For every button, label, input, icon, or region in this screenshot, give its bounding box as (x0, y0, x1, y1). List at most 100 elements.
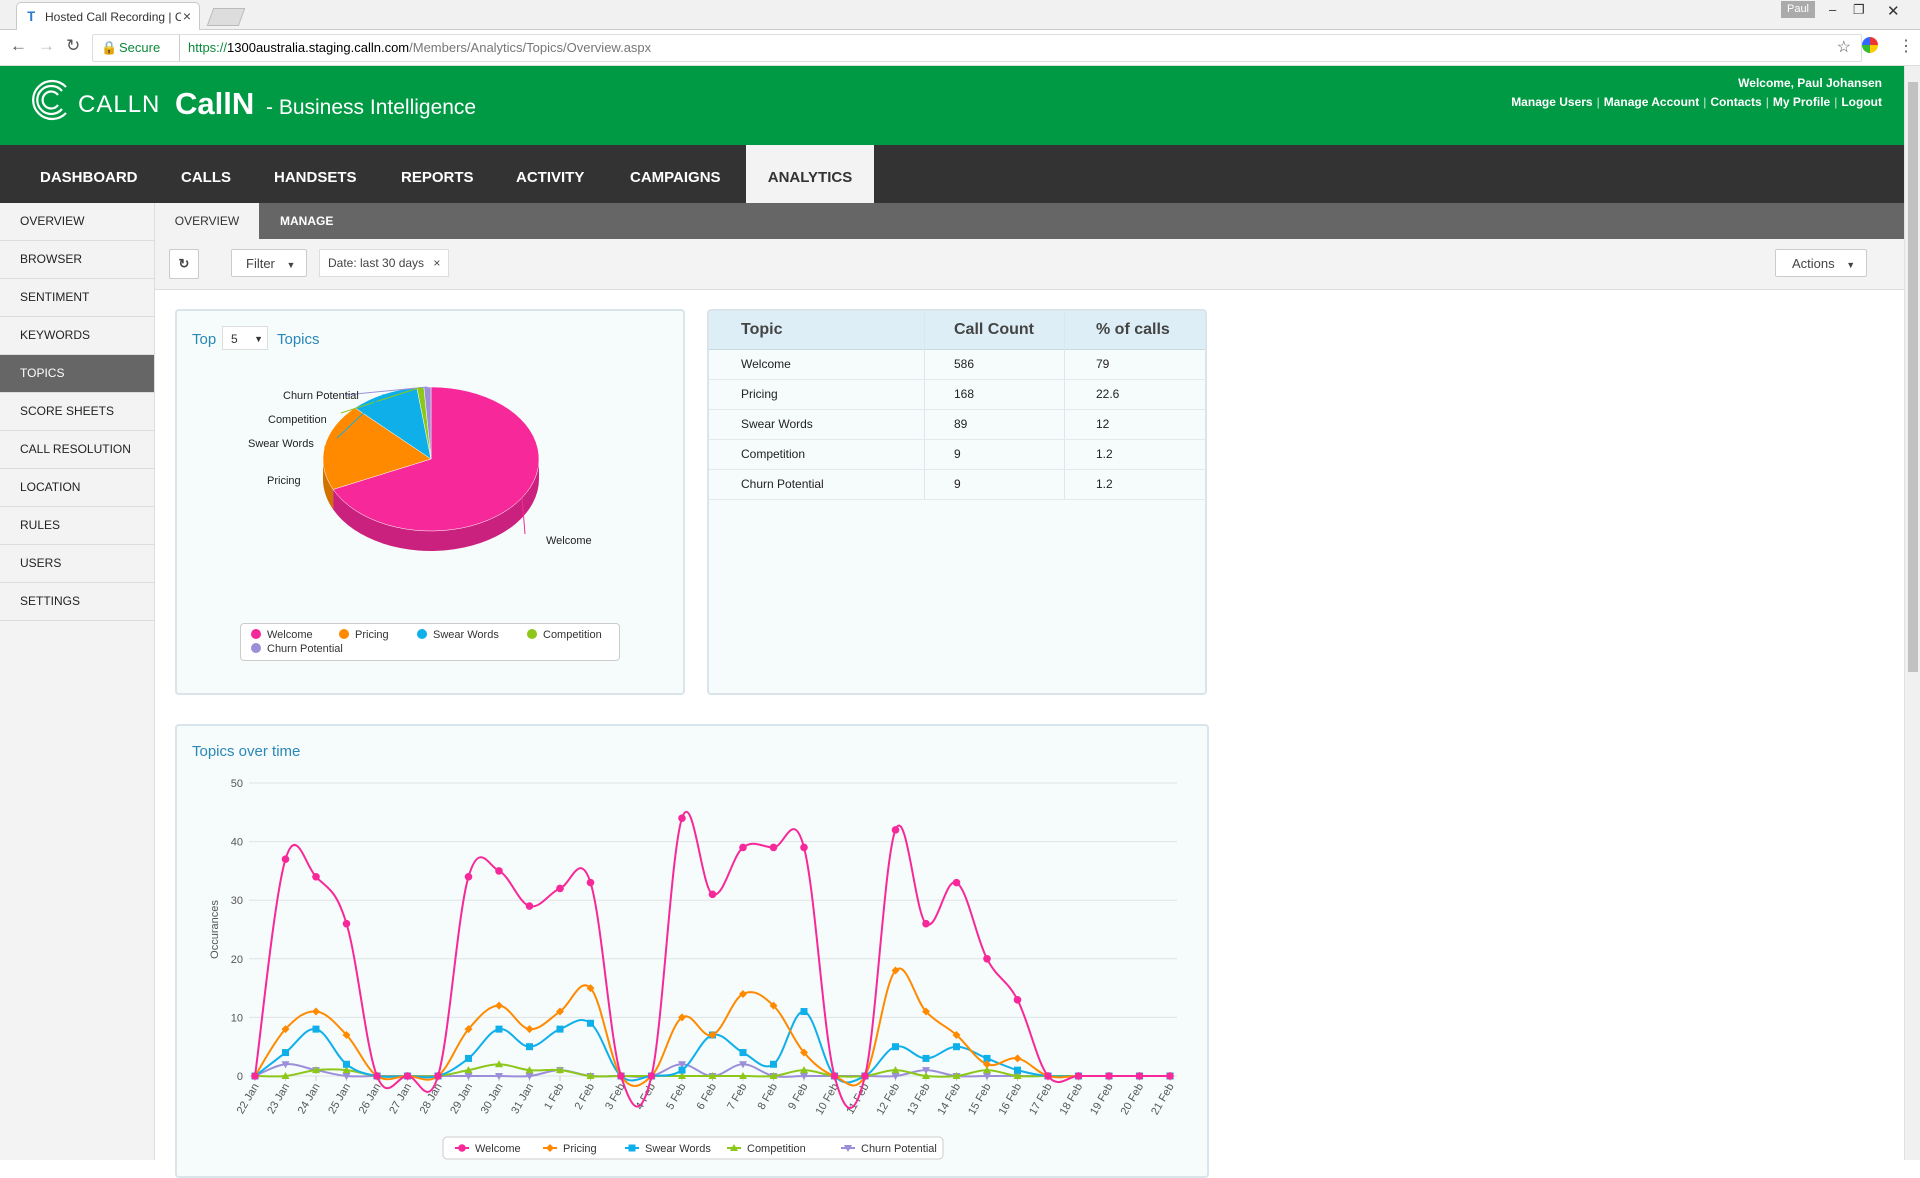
my-profile-link[interactable]: My Profile (1773, 95, 1830, 109)
column-header-topic[interactable]: Topic (741, 311, 782, 349)
table-row[interactable]: Competition 9 1.2 (709, 439, 1205, 470)
data-point-swear-words[interactable] (495, 1025, 503, 1033)
data-point-welcome[interactable] (556, 884, 564, 893)
calln-logo-icon[interactable] (30, 78, 74, 122)
data-point-swear-words[interactable] (739, 1049, 747, 1057)
data-point-pricing[interactable] (495, 1001, 503, 1010)
page-scrollbar[interactable] (1904, 66, 1920, 1160)
column-header-percent-calls[interactable]: % of calls (1096, 311, 1170, 349)
data-point-welcome[interactable] (281, 855, 290, 863)
data-point-swear-words[interactable] (922, 1054, 930, 1062)
data-point-pricing[interactable] (1013, 1054, 1022, 1063)
sidebar-item-rules[interactable]: RULES (0, 507, 154, 545)
nav-dashboard[interactable]: DASHBOARD (40, 145, 138, 203)
sidebar-item-browser[interactable]: BROWSER (0, 241, 154, 279)
logout-link[interactable]: Logout (1841, 95, 1882, 109)
data-point-swear-words[interactable] (312, 1025, 320, 1033)
data-point-welcome[interactable] (495, 867, 503, 875)
reload-icon[interactable]: ↻ (66, 36, 80, 56)
close-window-icon[interactable]: ✕ (1887, 2, 1900, 20)
top-count-select[interactable]: 5 ▼ (222, 326, 268, 350)
data-point-welcome[interactable] (891, 826, 900, 834)
legend-item-churn-potential[interactable]: Churn Potential (251, 643, 343, 655)
manage-account-link[interactable]: Manage Account (1604, 95, 1700, 109)
data-point-swear-words[interactable] (343, 1060, 350, 1068)
legend-item-competition[interactable]: Competition (527, 629, 602, 641)
address-bar[interactable]: 🔒 Secure https://1300australia.staging.c… (92, 34, 1862, 62)
data-point-welcome[interactable] (861, 1072, 869, 1080)
table-row[interactable]: Churn Potential 9 1.2 (709, 469, 1205, 500)
data-point-welcome[interactable] (1074, 1072, 1083, 1080)
browser-profile-badge[interactable]: Paul (1781, 1, 1815, 18)
nav-campaigns[interactable]: CAMPAIGNS (630, 145, 721, 203)
data-point-swear-words[interactable] (465, 1054, 472, 1062)
data-point-welcome[interactable] (434, 1072, 442, 1080)
data-point-welcome[interactable] (251, 1072, 259, 1080)
table-row[interactable]: Welcome 586 79 (709, 349, 1205, 380)
data-point-welcome[interactable] (342, 919, 351, 928)
actions-button[interactable]: Actions ▼ (1775, 249, 1867, 277)
data-point-welcome[interactable] (525, 902, 534, 910)
data-point-swear-words[interactable] (526, 1043, 533, 1051)
data-point-pricing[interactable] (312, 1007, 320, 1016)
data-point-welcome[interactable] (678, 814, 686, 822)
legend-item-churn-potential[interactable]: Churn Potential (861, 1143, 937, 1155)
legend-item-competition[interactable]: Competition (747, 1143, 806, 1155)
data-point-welcome[interactable] (1105, 1072, 1113, 1080)
subtab-overview[interactable]: OVERVIEW (155, 203, 259, 239)
data-point-welcome[interactable] (312, 872, 320, 881)
legend-item-swear-words[interactable]: Swear Words (645, 1143, 711, 1155)
data-point-welcome[interactable] (617, 1072, 625, 1080)
browser-menu-icon[interactable]: ⋮ (1898, 36, 1914, 56)
new-tab-button[interactable] (206, 8, 246, 26)
legend-item-swear-words[interactable]: Swear Words (417, 629, 499, 641)
data-point-welcome[interactable] (1166, 1072, 1174, 1080)
nav-handsets[interactable]: HANDSETS (274, 145, 357, 203)
data-point-welcome[interactable] (586, 878, 595, 887)
sidebar-item-call-resolution[interactable]: CALL RESOLUTION (0, 431, 154, 469)
data-point-swear-words[interactable] (892, 1043, 899, 1051)
data-point-pricing[interactable] (525, 1025, 534, 1034)
contacts-link[interactable]: Contacts (1710, 95, 1761, 109)
sidebar-item-location[interactable]: LOCATION (0, 469, 154, 507)
sidebar-item-topics[interactable]: TOPICS (0, 355, 154, 393)
data-point-swear-words[interactable] (282, 1049, 289, 1057)
legend-item-pricing[interactable]: Pricing (563, 1143, 597, 1155)
remove-filter-icon[interactable]: × (433, 256, 440, 270)
data-point-swear-words[interactable] (678, 1066, 686, 1074)
refresh-button[interactable]: ↻ (169, 249, 199, 279)
data-point-swear-words[interactable] (770, 1060, 777, 1068)
data-point-welcome[interactable] (1044, 1072, 1052, 1080)
legend-marker-welcome[interactable] (458, 1144, 466, 1152)
back-icon[interactable]: ← (10, 36, 27, 56)
data-point-welcome[interactable] (830, 1072, 839, 1080)
sidebar-item-score-sheets[interactable]: SCORE SHEETS (0, 393, 154, 431)
nav-analytics[interactable]: ANALYTICS (746, 145, 874, 203)
sidebar-item-overview[interactable]: OVERVIEW (0, 203, 154, 241)
nav-activity[interactable]: ACTIVITY (516, 145, 584, 203)
sidebar-item-users[interactable]: USERS (0, 545, 154, 583)
legend-item-welcome[interactable]: Welcome (251, 629, 313, 641)
data-point-welcome[interactable] (983, 955, 991, 963)
sidebar-item-sentiment[interactable]: SENTIMENT (0, 279, 154, 317)
minimize-icon[interactable]: – (1829, 2, 1836, 17)
extension-icon[interactable] (1862, 37, 1878, 53)
data-point-welcome[interactable] (800, 843, 808, 852)
legend-item-welcome[interactable]: Welcome (475, 1143, 521, 1155)
forward-icon[interactable]: → (38, 36, 55, 56)
legend-item-pricing[interactable]: Pricing (339, 629, 389, 641)
data-point-welcome[interactable] (1135, 1072, 1144, 1080)
data-point-welcome[interactable] (373, 1072, 381, 1080)
bookmark-star-icon[interactable]: ☆ (1837, 35, 1851, 61)
data-point-swear-words[interactable] (800, 1008, 808, 1016)
data-point-welcome[interactable] (647, 1072, 656, 1080)
data-point-welcome[interactable] (708, 890, 717, 899)
data-point-swear-words[interactable] (953, 1043, 960, 1051)
data-point-welcome[interactable] (464, 872, 473, 881)
data-point-welcome[interactable] (1013, 996, 1022, 1004)
data-point-welcome[interactable] (739, 843, 747, 852)
column-header-call-count[interactable]: Call Count (954, 311, 1034, 349)
close-tab-icon[interactable]: × (183, 8, 191, 24)
table-row[interactable]: Swear Words 89 12 (709, 409, 1205, 440)
sidebar-item-settings[interactable]: SETTINGS (0, 583, 154, 621)
